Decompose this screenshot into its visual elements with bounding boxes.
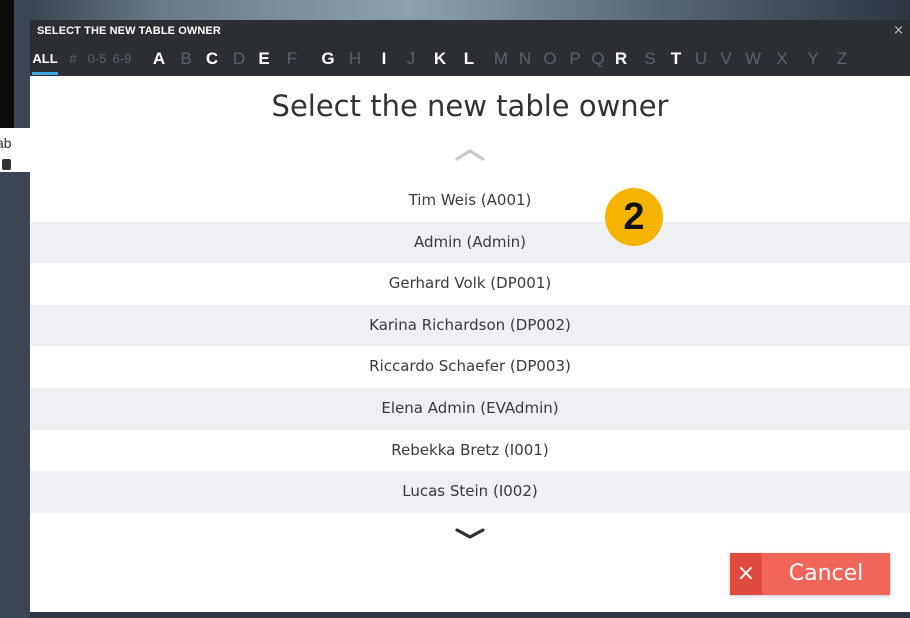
filter-letter-0-5: 0-5 bbox=[87, 51, 107, 66]
owner-list-item[interactable]: Lucas Stein (I002) bbox=[30, 471, 910, 513]
filter-letter-b: B bbox=[180, 49, 192, 68]
filter-letter-i[interactable]: I bbox=[373, 45, 395, 73]
dialog-titlebar: SELECT THE NEW TABLE OWNER × bbox=[30, 20, 910, 44]
chevron-up-icon[interactable] bbox=[455, 146, 485, 162]
owner-list: Tim Weis (A001) Admin (Admin) Gerhard Volk… bbox=[30, 180, 910, 513]
cancel-button[interactable]: × Cancel bbox=[730, 553, 890, 595]
filter-letter-h: H bbox=[348, 49, 362, 68]
filter-letter-g[interactable]: G bbox=[317, 45, 339, 73]
filter-letter-f: F bbox=[286, 49, 298, 68]
owner-list-item[interactable]: Karina Richardson (DP002) bbox=[30, 304, 910, 347]
filter-letter-u: U bbox=[694, 49, 708, 68]
filter-letter-o: O bbox=[543, 49, 557, 68]
owner-list-item[interactable]: Rebekka Bretz (I001) bbox=[30, 430, 910, 472]
filter-letter-w: W bbox=[744, 49, 762, 68]
filter-letter-l[interactable]: L bbox=[458, 45, 480, 73]
dialog-title: SELECT THE NEW TABLE OWNER bbox=[37, 25, 221, 37]
filter-letter-m: M bbox=[493, 49, 509, 68]
filter-letter-k[interactable]: K bbox=[429, 45, 451, 73]
background-small-icon bbox=[2, 159, 11, 170]
close-icon[interactable]: × bbox=[893, 23, 904, 38]
filter-letter-v: V bbox=[720, 49, 732, 68]
owner-list-item[interactable]: Elena Admin (EVAdmin) bbox=[30, 387, 910, 430]
filter-letter-x: X bbox=[776, 49, 788, 68]
filter-letter-hash: # bbox=[69, 51, 77, 66]
owner-list-item[interactable]: Riccardo Schaefer (DP003) bbox=[30, 346, 910, 388]
close-icon: × bbox=[730, 553, 762, 595]
step-badge: 2 bbox=[605, 188, 663, 246]
filter-letter-p: P bbox=[569, 49, 581, 68]
filter-all-active-indicator bbox=[32, 72, 58, 75]
page-title: Select the new table owner bbox=[271, 89, 669, 123]
cancel-button-label: Cancel bbox=[788, 561, 864, 586]
alphabet-filter-bar: ALL #0-5 6-9 A B C D E F G H I J K L M N O P Q R S T U V W X Y Z bbox=[30, 44, 910, 76]
filter-all[interactable]: ALL bbox=[32, 45, 58, 73]
background-bottom-edge bbox=[30, 612, 910, 618]
owner-list-item[interactable]: Tim Weis (A001) bbox=[30, 180, 910, 222]
owner-list-item[interactable]: Admin (Admin) bbox=[30, 221, 910, 264]
owner-select-dialog: SELECT THE NEW TABLE OWNER × ALL #0-5 6-9… bbox=[30, 20, 910, 612]
filter-letter-y: Y bbox=[807, 49, 819, 68]
filter-letter-6-9: 6-9 bbox=[112, 51, 132, 66]
background-text-fragment: ab bbox=[0, 135, 12, 151]
filter-letter-c[interactable]: C bbox=[201, 45, 223, 73]
filter-letter-s: S bbox=[644, 49, 656, 68]
filter-letter-z: Z bbox=[836, 49, 848, 68]
filter-letter-n: N bbox=[518, 49, 532, 68]
filter-letter-q: Q bbox=[591, 49, 605, 68]
filter-letter-r[interactable]: R bbox=[610, 45, 632, 73]
background-dark-window bbox=[0, 0, 14, 128]
filter-letter-a[interactable]: A bbox=[148, 45, 170, 73]
filter-letter-j: J bbox=[406, 49, 416, 68]
filter-letter-e[interactable]: E bbox=[253, 45, 275, 73]
filter-letter-t[interactable]: T bbox=[665, 45, 687, 73]
filter-letter-d: D bbox=[232, 49, 246, 68]
chevron-down-icon[interactable] bbox=[455, 526, 485, 542]
owner-list-item[interactable]: Gerhard Volk (DP001) bbox=[30, 263, 910, 305]
